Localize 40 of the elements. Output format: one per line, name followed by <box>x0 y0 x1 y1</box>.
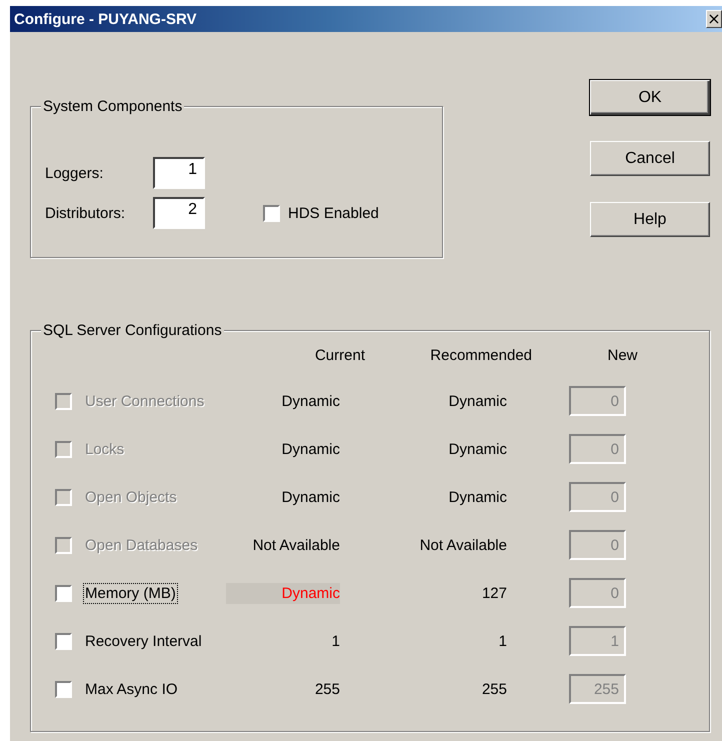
recommended-value: 1 <box>498 632 507 650</box>
checkbox-label: HDS Enabled <box>288 204 379 222</box>
group-title: System Components <box>41 98 184 115</box>
setting-label: Recovery Interval <box>84 632 203 650</box>
checkbox[interactable] <box>55 584 72 602</box>
column-header: Current <box>314 347 365 366</box>
close-button[interactable]: × <box>706 10 722 28</box>
setting-label: Open Objects <box>84 488 178 506</box>
setting-label: Memory (MB) <box>84 584 177 602</box>
checkbox[interactable] <box>263 204 280 222</box>
current-value: Not Available <box>252 536 340 556</box>
dialog-button[interactable]: OK <box>590 80 710 115</box>
window-title: Configure - PUYANG-SRV <box>13 10 197 28</box>
recommended-value: Dynamic <box>448 488 507 506</box>
recommended-value: 255 <box>480 680 507 698</box>
field-label: Distributors: <box>45 204 126 222</box>
current-value: Dynamic <box>280 488 340 508</box>
column-header: New <box>606 347 638 366</box>
input-field[interactable]: 1 <box>153 157 205 189</box>
setting-label: User Connections <box>84 392 206 410</box>
current-value: Dynamic <box>226 582 340 604</box>
current-value: Dynamic <box>280 440 340 460</box>
input-field[interactable]: 2 <box>153 197 205 229</box>
dialog-button[interactable]: Help <box>590 202 710 237</box>
dialog-button[interactable]: Cancel <box>590 141 710 176</box>
field-label: Loggers: <box>45 164 104 182</box>
recommended-value: Not Available <box>418 536 507 554</box>
group-title: SQL Server Configurations <box>41 322 224 339</box>
column-header: Recommended <box>429 347 532 366</box>
recommended-value: Dynamic <box>448 392 507 410</box>
recommended-value: 127 <box>480 584 507 602</box>
setting-label: Open Databases <box>84 536 199 554</box>
checkbox[interactable] <box>55 632 72 650</box>
current-value: 1 <box>330 632 340 652</box>
current-value: Dynamic <box>280 392 340 412</box>
setting-label: Locks <box>84 440 126 458</box>
checkbox[interactable] <box>55 680 72 698</box>
current-value: 255 <box>314 680 340 700</box>
setting-label: Max Async IO <box>84 680 179 698</box>
recommended-value: Dynamic <box>448 440 507 458</box>
